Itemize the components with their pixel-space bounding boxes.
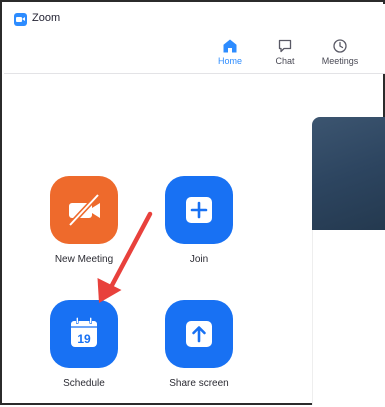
annotation-arrow <box>97 211 153 303</box>
app-window: Zoom Home Chat Meetings New Meeting Join… <box>0 0 385 405</box>
